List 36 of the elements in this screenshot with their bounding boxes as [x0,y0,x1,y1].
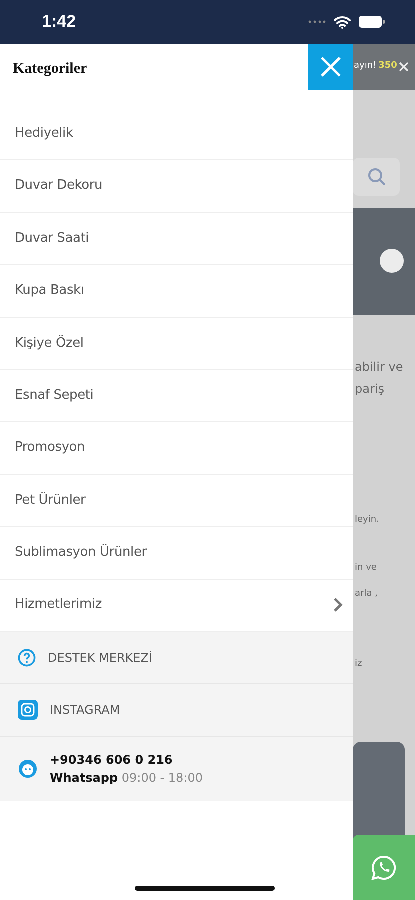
support-agent-icon [18,758,38,779]
page-text: abilir ve [355,359,404,376]
page-text: in ve [355,562,377,575]
category-item[interactable]: Promosyon [0,422,353,475]
whatsapp-button[interactable] [353,835,415,900]
close-icon[interactable] [399,62,410,72]
category-item[interactable]: Sublimasyon Ürünler [0,527,353,580]
category-item[interactable]: Duvar Dekoru [0,160,353,213]
category-item[interactable]: Kişiye Özel [0,318,353,370]
help-icon [18,648,36,667]
promo-text: ayın! [354,60,377,74]
wifi-icon [334,16,351,28]
whatsapp-hours: Whatsapp 09:00 - 18:00 [50,770,203,787]
page-text: leyin. [355,514,380,527]
status-time: 1:42 [42,11,76,34]
category-item[interactable]: Hediyelik [0,108,353,160]
category-item[interactable]: Pet Ürünler [0,474,353,528]
promo-count: 350 [378,60,398,74]
instagram-icon [18,700,38,720]
category-item[interactable]: Duvar Saati [0,212,353,266]
page-text: pariş [355,381,384,398]
close-button[interactable] [308,44,353,90]
category-item[interactable]: Esnaf Sepeti [0,370,353,422]
battery-icon [359,16,385,28]
page-text: arla , [355,588,378,601]
category-item[interactable]: Kupa Baskı [0,265,353,318]
chevron-right-icon [333,597,343,614]
search-icon[interactable] [368,168,386,186]
search-field[interactable] [353,158,400,196]
whatsapp-icon[interactable] [371,854,397,880]
drawer-title: Kategoriler [12,60,88,79]
page-text: iz [355,658,362,671]
footer-link[interactable]: INSTAGRAM [0,684,353,737]
signal-icon [308,20,326,24]
footer-link[interactable]: DESTEK MERKEZİ [0,632,353,684]
phone-number[interactable]: +90346 606 0 216 [50,750,203,769]
